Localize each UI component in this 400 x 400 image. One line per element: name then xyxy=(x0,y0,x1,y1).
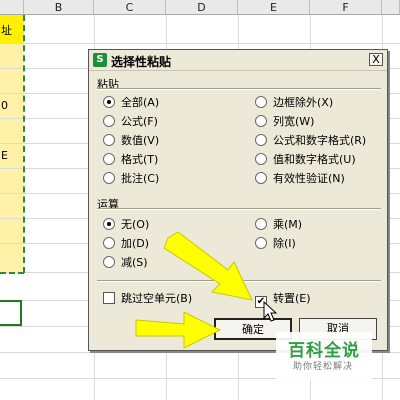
radio-op-subtract[interactable]: 减(S) xyxy=(103,256,148,270)
app-icon: S xyxy=(93,53,107,67)
radio-all-except-borders[interactable]: 边框除外(X) xyxy=(255,96,333,110)
cell-text: E xyxy=(1,149,8,162)
close-button[interactable]: X xyxy=(369,53,383,66)
copy-marquee xyxy=(23,15,25,273)
watermark-title: 百科全说 xyxy=(288,341,360,361)
divider xyxy=(97,88,381,90)
radio-formulas[interactable]: 公式(F) xyxy=(103,115,158,129)
radio-op-add[interactable]: 加(D) xyxy=(103,237,149,251)
column-header-c[interactable]: C xyxy=(94,0,166,15)
copy-marquee-bottom xyxy=(0,272,24,274)
radio-button xyxy=(255,96,267,108)
radio-button xyxy=(103,237,115,249)
radio-button xyxy=(103,115,115,127)
divider xyxy=(97,208,381,210)
radio-button xyxy=(255,134,267,146)
checkbox xyxy=(103,292,115,304)
column-header-g[interactable] xyxy=(382,0,400,15)
radio-column-widths[interactable]: 列宽(W) xyxy=(255,115,314,129)
column-header-b[interactable]: B xyxy=(24,0,94,15)
radio-button xyxy=(103,256,115,268)
radio-values-and-number-formats[interactable]: 值和数字格式(U) xyxy=(255,153,356,167)
column-header-e[interactable]: E xyxy=(238,0,310,15)
dialog-title: 选择性粘贴 xyxy=(111,55,172,69)
column-header-d[interactable]: D xyxy=(166,0,238,15)
selected-cell[interactable] xyxy=(0,300,22,326)
column-header-f[interactable]: F xyxy=(310,0,382,15)
radio-button xyxy=(255,153,267,165)
radio-validation[interactable]: 有效性验证(N) xyxy=(255,172,345,186)
radio-values[interactable]: 数值(V) xyxy=(103,134,159,148)
radio-comments[interactable]: 批注(C) xyxy=(103,172,159,186)
column-header-a[interactable] xyxy=(0,0,24,15)
radio-button xyxy=(255,218,267,230)
radio-formulas-and-number-formats[interactable]: 公式和数字格式(R) xyxy=(255,134,366,148)
radio-button xyxy=(255,172,267,184)
watermark: 百科全说 助你轻松解决 xyxy=(276,332,372,380)
annotation-arrow-ok xyxy=(135,311,222,349)
annotation-arrow-transpose xyxy=(163,231,253,301)
radio-op-none[interactable]: 无(O) xyxy=(103,218,149,232)
mouse-cursor-icon xyxy=(263,301,277,322)
dialog-titlebar[interactable]: S 选择性粘贴 X xyxy=(89,50,387,71)
radio-button xyxy=(103,153,115,165)
watermark-subtitle: 助你轻松解决 xyxy=(293,362,354,372)
radio-op-multiply[interactable]: 乘(M) xyxy=(255,218,302,232)
radio-button xyxy=(103,96,115,108)
radio-button xyxy=(255,115,267,127)
radio-op-divide[interactable]: 除(I) xyxy=(255,237,296,251)
radio-all[interactable]: 全部(A) xyxy=(103,96,159,110)
radio-button xyxy=(103,172,115,184)
cell-text: 0 xyxy=(1,99,8,112)
radio-formats[interactable]: 格式(T) xyxy=(103,153,158,167)
radio-button xyxy=(103,134,115,146)
cell-text: 址 xyxy=(1,24,12,37)
radio-button xyxy=(103,218,115,230)
